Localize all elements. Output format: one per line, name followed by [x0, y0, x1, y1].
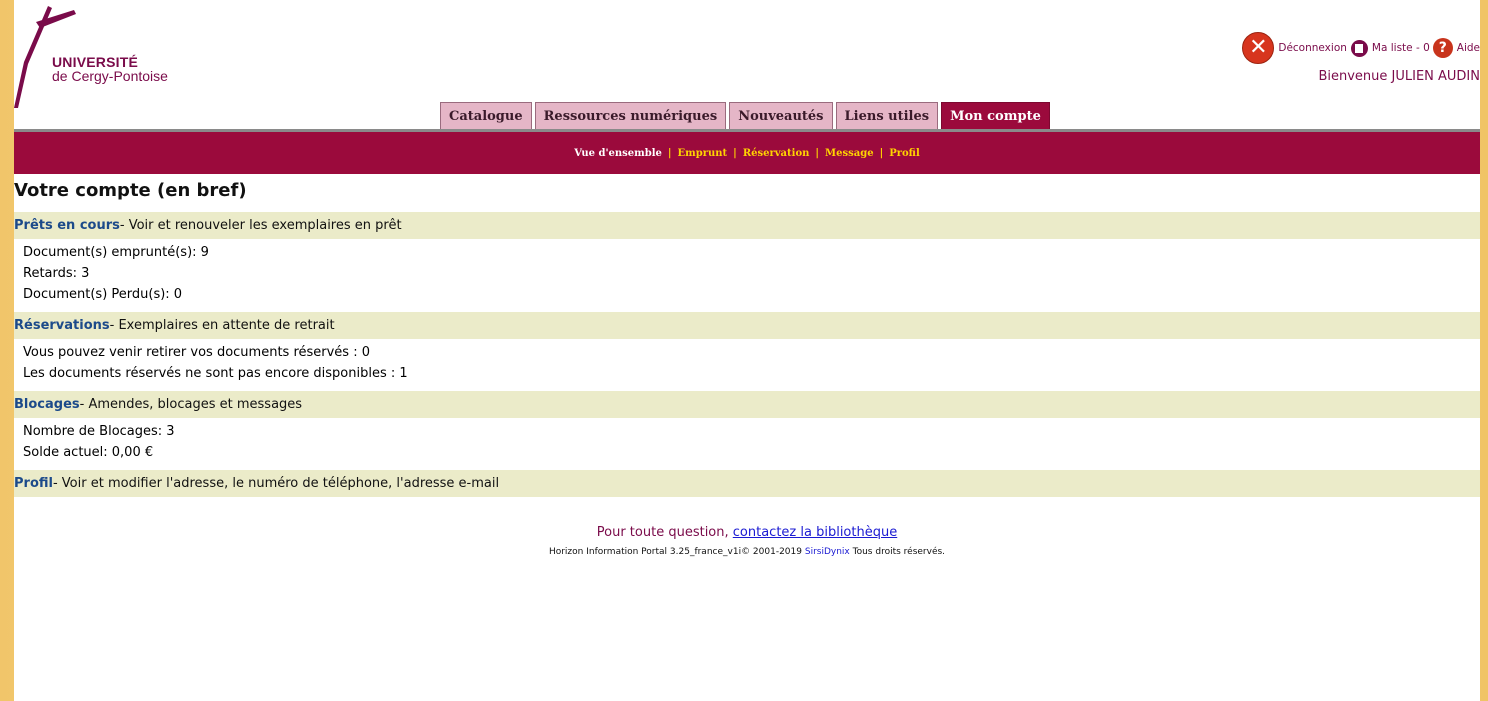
section-body: Document(s) emprunté(s): 9 Retards: 3 Do…: [14, 239, 1480, 305]
section-prets: Prêts en cours- Voir et renouveler les e…: [14, 212, 1480, 305]
section-description: - Amendes, blocages et messages: [79, 397, 303, 412]
section-profil: Profil- Voir et modifier l'adresse, le n…: [14, 470, 1480, 497]
subnav-emprunt[interactable]: Emprunt: [672, 148, 734, 159]
section-link-blocages[interactable]: Blocages: [14, 397, 80, 412]
section-header: Profil- Voir et modifier l'adresse, le n…: [14, 470, 1480, 497]
rights-text: Tous droits réservés.: [852, 547, 946, 557]
ready-holds: Vous pouvez venir retirer vos documents …: [23, 345, 370, 360]
copyright-text: Horizon Information Portal 3.25_france_v…: [548, 547, 802, 557]
account-subnav: Vue d'ensemble | Emprunt | Réservation |…: [14, 132, 1480, 174]
section-body: Vous pouvez venir retirer vos documents …: [14, 339, 1480, 384]
blocks-count: Nombre de Blocages: 3: [23, 424, 175, 439]
lost-count: Document(s) Perdu(s): 0: [23, 287, 183, 302]
tab-catalogue[interactable]: Catalogue: [440, 102, 532, 129]
overdue-count: Retards: 3: [23, 266, 90, 281]
section-reservations: Réservations- Exemplaires en attente de …: [14, 312, 1480, 384]
header: UNIVERSITÉ de Cergy-Pontoise ✕ Déconnexi…: [14, 0, 1480, 132]
section-description: - Voir et renouveler les exemplaires en …: [119, 218, 402, 233]
question-text: Pour toute question,: [596, 525, 729, 540]
logo-line-2: de Cergy-Pontoise: [52, 68, 168, 84]
contact-question: Pour toute question, contactez la biblio…: [14, 525, 1480, 540]
section-header: Blocages- Amendes, blocages et messages: [14, 391, 1480, 418]
contact-library-link[interactable]: contactez la bibliothèque: [733, 525, 897, 540]
sirsidynix-link[interactable]: SirsiDynix: [805, 547, 850, 557]
section-link-prets[interactable]: Prêts en cours: [14, 218, 120, 233]
tab-mon-compte[interactable]: Mon compte: [941, 102, 1050, 129]
help-link[interactable]: Aide: [1457, 42, 1480, 54]
tab-liens-utiles[interactable]: Liens utiles: [835, 102, 939, 129]
my-list-icon[interactable]: [1350, 39, 1368, 57]
help-icon[interactable]: ?: [1432, 38, 1453, 58]
welcome-message: Bienvenue JULIEN AUDIN: [1318, 69, 1480, 84]
my-list-link[interactable]: Ma liste - 0: [1372, 42, 1430, 54]
footer: Pour toute question, contactez la biblio…: [14, 525, 1480, 557]
university-logo[interactable]: UNIVERSITÉ de Cergy-Pontoise: [14, 4, 194, 108]
section-body: Nombre de Blocages: 3 Solde actuel: 0,00…: [14, 418, 1480, 463]
section-header: Réservations- Exemplaires en attente de …: [14, 312, 1480, 339]
subnav-reservation[interactable]: Réservation: [737, 148, 816, 159]
page: UNIVERSITÉ de Cergy-Pontoise ✕ Déconnexi…: [14, 0, 1480, 701]
section-link-profil[interactable]: Profil: [14, 476, 53, 491]
subnav-message[interactable]: Message: [819, 148, 880, 159]
section-header: Prêts en cours- Voir et renouveler les e…: [14, 212, 1480, 239]
tab-divider: [14, 129, 1480, 132]
logout-link[interactable]: Déconnexion: [1278, 42, 1347, 54]
section-blocages: Blocages- Amendes, blocages et messages …: [14, 391, 1480, 463]
logout-icon[interactable]: ✕: [1242, 32, 1275, 64]
section-link-reservations[interactable]: Réservations: [14, 318, 110, 333]
main-tabs: Catalogue Ressources numériques Nouveaut…: [440, 102, 1050, 129]
pending-holds: Les documents réservés ne sont pas encor…: [23, 366, 408, 381]
tab-nouveautes[interactable]: Nouveautés: [729, 102, 833, 129]
tab-ressources-numeriques[interactable]: Ressources numériques: [534, 102, 727, 129]
subnav-vue-ensemble[interactable]: Vue d'ensemble: [568, 148, 668, 159]
current-balance: Solde actuel: 0,00 €: [23, 445, 154, 460]
page-title: Votre compte (en bref): [14, 180, 247, 201]
copyright: Horizon Information Portal 3.25_france_v…: [14, 547, 1480, 557]
subnav-profil[interactable]: Profil: [883, 148, 926, 159]
section-description: - Voir et modifier l'adresse, le numéro …: [52, 476, 500, 491]
top-links: ✕ Déconnexion Ma liste - 0 ? Aide: [1242, 32, 1480, 64]
section-description: - Exemplaires en attente de retrait: [109, 318, 335, 333]
borrowed-count: Document(s) emprunté(s): 9: [23, 245, 209, 260]
